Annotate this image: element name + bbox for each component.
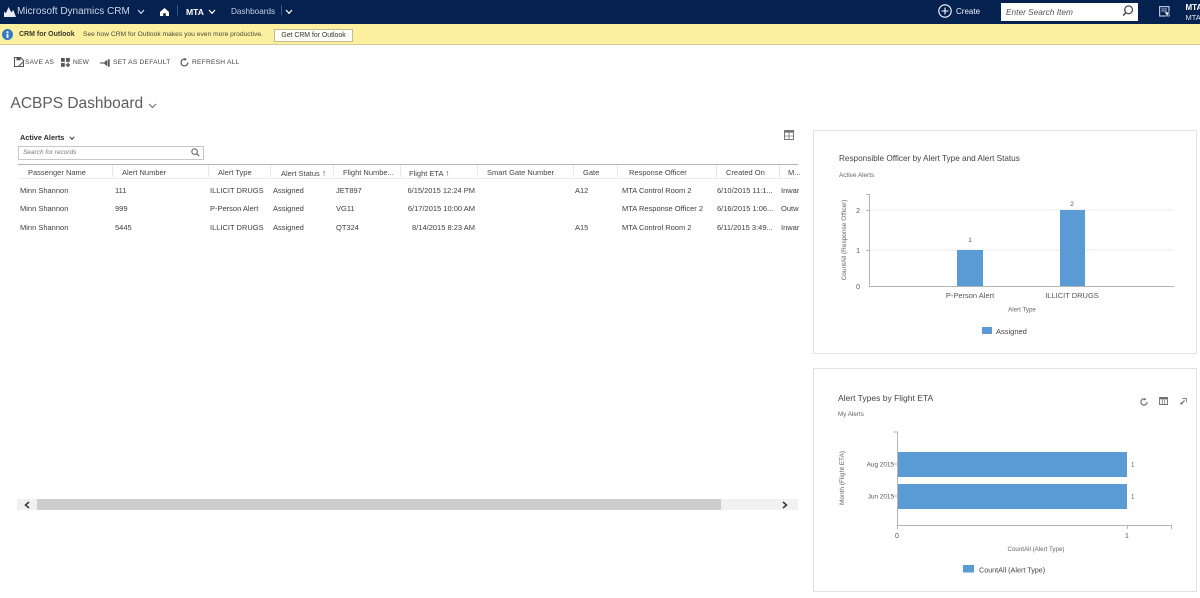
svg-text:CountAll (Response Officer): CountAll (Response Officer): [841, 200, 848, 281]
svg-text:0: 0: [856, 284, 860, 291]
svg-text:1: 1: [1131, 495, 1135, 501]
svg-text:1: 1: [968, 237, 972, 244]
svg-text:1: 1: [1125, 533, 1129, 540]
svg-text:Aug 2015: Aug 2015: [867, 462, 895, 469]
svg-text:ILLICIT DRUGS: ILLICIT DRUGS: [1045, 291, 1099, 300]
svg-text:P-Person Alert: P-Person Alert: [946, 291, 995, 300]
svg-text:1: 1: [1131, 463, 1135, 469]
svg-text:CountAll (Alert Type): CountAll (Alert Type): [1008, 546, 1065, 553]
svg-text:Assigned: Assigned: [996, 327, 1027, 336]
svg-text:Jun 2015: Jun 2015: [868, 494, 895, 501]
svg-text:Alert Type: Alert Type: [1008, 307, 1036, 314]
svg-text:CountAll (Alert Type): CountAll (Alert Type): [979, 566, 1045, 575]
svg-text:0: 0: [895, 533, 899, 540]
svg-text:2: 2: [1070, 201, 1074, 208]
svg-text:1: 1: [856, 248, 860, 255]
svg-text:2: 2: [856, 208, 860, 215]
svg-text:Month (Flight ETA): Month (Flight ETA): [839, 451, 846, 505]
